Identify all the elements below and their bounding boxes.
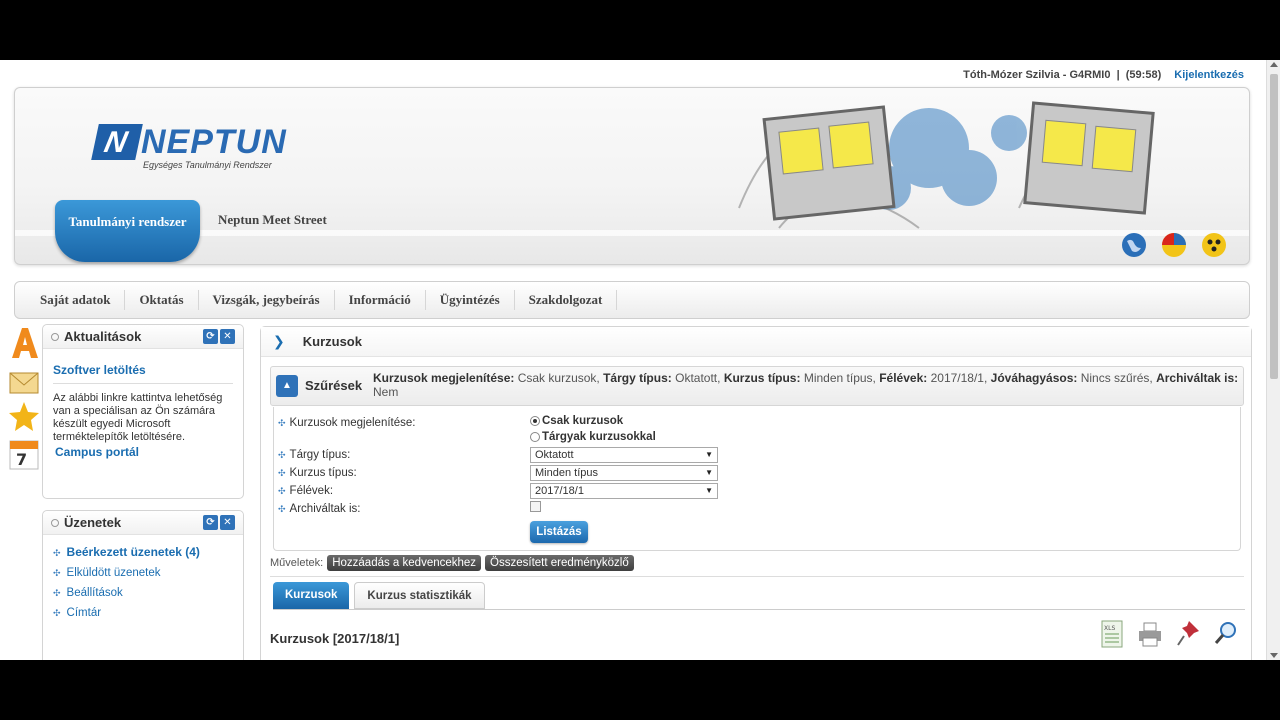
user-separator: | xyxy=(1116,69,1120,81)
envelope-icon[interactable] xyxy=(8,363,40,397)
calendar-icon[interactable]: 7 xyxy=(8,437,40,471)
filter-summary: Kurzusok megjelenítése: Csak kurzusok, T… xyxy=(373,371,1239,399)
divider xyxy=(270,576,1244,577)
color-scheme-icon[interactable] xyxy=(1161,232,1187,258)
menu-item-ugyintezes[interactable]: Ügyintézés xyxy=(426,290,515,310)
operations-label: Műveletek: xyxy=(270,557,324,569)
list-tools: XLS xyxy=(1099,619,1239,649)
list-title: Kurzusok [2017/18/1] xyxy=(270,631,400,646)
list-button[interactable]: Listázás xyxy=(530,521,588,543)
search-icon xyxy=(51,518,59,527)
close-icon[interactable]: ✕ xyxy=(220,329,235,344)
radio-button[interactable] xyxy=(530,432,540,442)
letter-a-icon[interactable] xyxy=(8,326,40,360)
messages-list: Beérkezett üzenetek (4) Elküldött üzenet… xyxy=(53,545,243,619)
logo-wordmark: NEPTUN xyxy=(141,123,287,161)
scrollbar-thumb[interactable] xyxy=(1270,74,1278,379)
messages-panel-header: Üzenetek ⟳ ✕ xyxy=(43,511,243,535)
tab-courses[interactable]: Kurzusok xyxy=(273,582,350,609)
news-panel-header: Aktualitások ⟳ ✕ xyxy=(43,325,243,349)
chevron-right-icon: ❯ xyxy=(273,333,285,349)
meet-street-tab[interactable]: Neptun Meet Street xyxy=(218,212,327,228)
menu-item-szakdolgozat[interactable]: Szakdolgozat xyxy=(515,290,618,310)
menu-item-informacio[interactable]: Információ xyxy=(335,290,426,310)
header-decoration-illustration xyxy=(738,101,1155,229)
divider xyxy=(273,609,1245,610)
logout-link[interactable]: Kijelentkezés xyxy=(1174,69,1244,81)
operations-bar: Műveletek: Hozzáadás a kedvencekhez Össz… xyxy=(270,555,634,571)
menu-item-sajat-adatok[interactable]: Saját adatok xyxy=(26,290,126,310)
radio-button-checked[interactable] xyxy=(530,416,540,426)
system-tab[interactable]: Tanulmányi rendszer xyxy=(55,200,200,262)
filter-label[interactable]: Szűrések xyxy=(305,378,362,393)
scroll-down-icon[interactable] xyxy=(1270,653,1278,658)
page-scrollbar[interactable] xyxy=(1266,60,1280,660)
neptun-logo[interactable]: N NEPTUN Egységes Tanulmányi Rendszer xyxy=(91,123,287,170)
menu-item-vizsgak[interactable]: Vizsgák, jegybeírás xyxy=(199,290,335,310)
archived-checkbox[interactable] xyxy=(530,501,541,512)
semester-select[interactable]: 2017/18/1 xyxy=(530,483,718,499)
radio-subjects-with-courses[interactable]: Tárgyak kurzusokkal xyxy=(530,431,656,443)
messages-settings-link[interactable]: Beállítások xyxy=(53,587,243,599)
course-type-select[interactable]: Minden típus xyxy=(530,465,718,481)
close-icon[interactable]: ✕ xyxy=(220,515,235,530)
news-panel: Aktualitások ⟳ ✕ Szoftver letöltés Az alá… xyxy=(42,324,244,499)
messages-panel-title: Üzenetek xyxy=(64,515,122,530)
header-icon-group xyxy=(1121,232,1227,258)
tab-course-statistics[interactable]: Kurzus statisztikák xyxy=(354,582,485,609)
page-title: Kurzusok xyxy=(302,334,362,349)
user-name: Tóth-Mózer Szilvia - G4RMI0 xyxy=(963,69,1111,81)
print-icon[interactable] xyxy=(1137,619,1163,649)
side-quick-icons: 7 xyxy=(8,326,42,474)
browser-viewport: Tóth-Mózer Szilvia - G4RMI0 | (59:58) Ki… xyxy=(0,60,1280,660)
pin-icon[interactable] xyxy=(1175,619,1201,649)
filter-form: Kurzusok megjelenítése: Csak kurzusok Tá… xyxy=(273,407,1241,551)
messages-sent-link[interactable]: Elküldött üzenetek xyxy=(53,567,243,579)
messages-panel: Üzenetek ⟳✕ Beérkezett üzenetek (4) Elkü… xyxy=(42,510,244,660)
scroll-up-icon[interactable] xyxy=(1270,62,1278,67)
search-icon xyxy=(51,332,59,341)
campus-portal-link[interactable]: Campus portál xyxy=(55,445,231,459)
archived-label: Archiváltak is: xyxy=(278,503,361,515)
session-timer: (59:58) xyxy=(1125,69,1162,81)
svg-text:XLS: XLS xyxy=(1104,625,1115,632)
summary-report-button[interactable]: Összesített eredményközlő xyxy=(485,555,634,571)
globe-icon[interactable] xyxy=(1121,232,1147,258)
news-item-body: Az alábbi linkre kattintva lehetőség van… xyxy=(53,392,223,443)
subject-type-select[interactable]: Oktatott xyxy=(530,447,718,463)
main-content: ❯ Kurzusok ▲ Szűrések Kurzusok megjelení… xyxy=(260,326,1252,660)
breadcrumb: ❯ Kurzusok xyxy=(261,327,1251,357)
semester-label: Félévek: xyxy=(278,485,333,497)
subject-type-label: Tárgy típus: xyxy=(278,449,351,461)
star-icon[interactable] xyxy=(8,400,40,434)
tab-bar: Kurzusok Kurzus statisztikák xyxy=(273,582,485,609)
user-bar: Tóth-Mózer Szilvia - G4RMI0 | (59:58) Ki… xyxy=(963,69,1244,81)
excel-export-icon[interactable]: XLS xyxy=(1099,619,1125,649)
refresh-icon[interactable]: ⟳ xyxy=(203,515,218,530)
news-item-title[interactable]: Szoftver letöltés xyxy=(53,363,233,384)
svg-text:7: 7 xyxy=(16,450,27,469)
radio-courses-only[interactable]: Csak kurzusok xyxy=(530,415,623,427)
filter-bar: ▲ Szűrések Kurzusok megjelenítése: Csak … xyxy=(270,366,1244,406)
messages-directory-link[interactable]: Címtár xyxy=(53,607,243,619)
add-to-favorites-button[interactable]: Hozzáadás a kedvencekhez xyxy=(327,555,482,571)
accessibility-icon[interactable] xyxy=(1201,232,1227,258)
main-menu: Saját adatok Oktatás Vizsgák, jegybeírás… xyxy=(14,281,1250,319)
refresh-icon[interactable]: ⟳ xyxy=(203,329,218,344)
collapse-filter-icon[interactable]: ▲ xyxy=(276,375,298,397)
zoom-icon[interactable] xyxy=(1213,619,1239,649)
news-panel-title: Aktualitások xyxy=(64,329,142,344)
messages-inbox-link[interactable]: Beérkezett üzenetek (4) xyxy=(53,545,243,559)
display-label: Kurzusok megjelenítése: xyxy=(278,417,416,429)
course-type-label: Kurzus típus: xyxy=(278,467,357,479)
logo-subtitle: Egységes Tanulmányi Rendszer xyxy=(143,160,272,170)
neptun-logo-mark-icon: N xyxy=(91,124,143,160)
site-header: N NEPTUN Egységes Tanulmányi Rendszer Tan… xyxy=(14,87,1250,265)
menu-item-oktatas[interactable]: Oktatás xyxy=(125,290,199,310)
